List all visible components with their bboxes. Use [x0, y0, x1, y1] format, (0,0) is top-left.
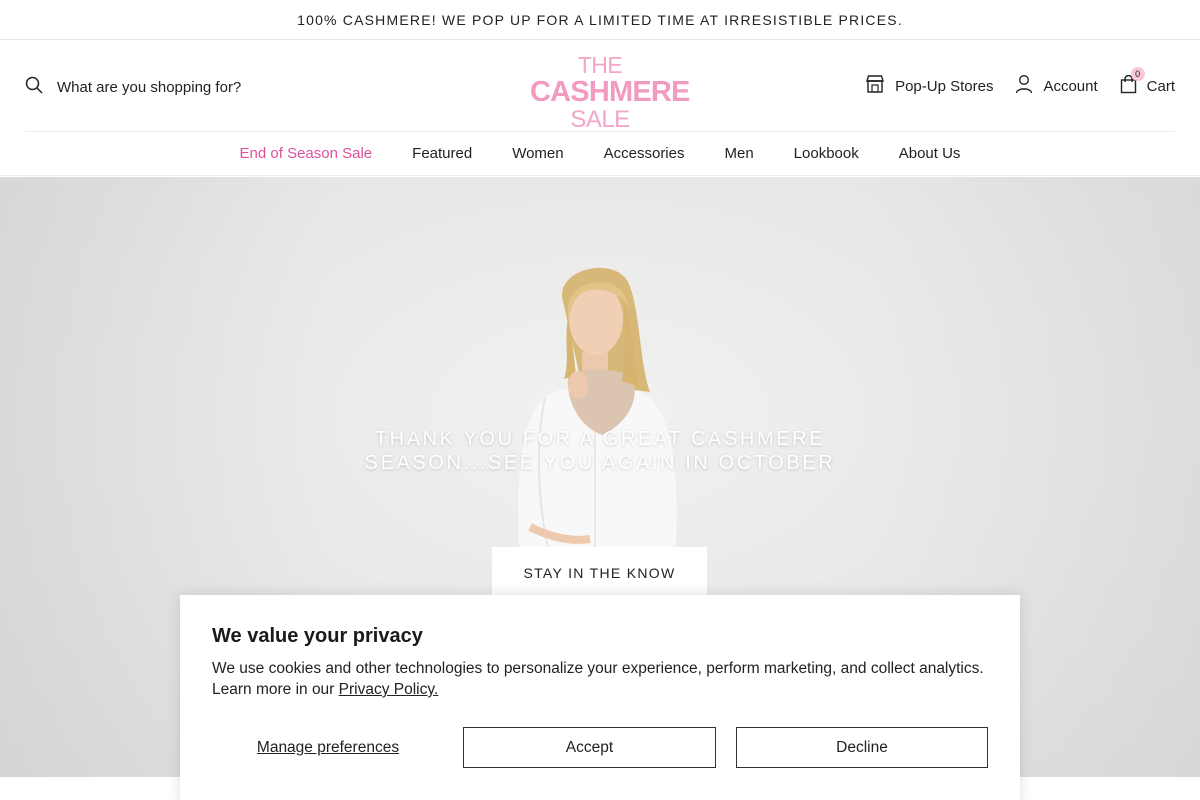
- site-header: THE CASHMERE SALE Pop-Up Stores Account …: [25, 40, 1175, 132]
- cookie-title: We value your privacy: [212, 625, 423, 647]
- hero-headline-text: THANK YOU FOR A GREAT CASHMERE SEASON...…: [364, 428, 836, 474]
- cart-link[interactable]: 0 Cart: [1120, 66, 1175, 98]
- cookie-description: We use cookies and other technologies to…: [212, 658, 988, 700]
- logo-line-3: SALE: [570, 106, 630, 133]
- user-icon: [1015, 74, 1033, 98]
- nav-lookbook[interactable]: Lookbook: [794, 145, 859, 162]
- cookie-text: We use cookies and other technologies to…: [212, 660, 984, 698]
- popup-stores-label: Pop-Up Stores: [895, 77, 994, 95]
- nav-end-of-season-sale[interactable]: End of Season Sale: [240, 145, 373, 162]
- store-icon: [865, 74, 885, 98]
- logo-line-2: CASHMERE: [530, 76, 690, 108]
- privacy-policy-link[interactable]: Privacy Policy.: [339, 681, 439, 698]
- decline-button[interactable]: Decline: [736, 727, 988, 768]
- cart-icon-wrapper: 0: [1120, 66, 1145, 98]
- search-icon[interactable]: [25, 76, 43, 99]
- search-bar[interactable]: [25, 76, 277, 99]
- hero-model-image: [518, 267, 677, 557]
- nav-about-us[interactable]: About Us: [899, 145, 961, 162]
- announcement-text: 100% CASHMERE! WE POP UP FOR A LIMITED T…: [297, 11, 903, 28]
- accept-button[interactable]: Accept: [463, 727, 716, 768]
- search-input[interactable]: [57, 79, 277, 96]
- nav-accessories[interactable]: Accessories: [604, 145, 685, 162]
- site-logo[interactable]: THE CASHMERE SALE: [530, 52, 690, 133]
- nav-featured[interactable]: Featured: [412, 145, 472, 162]
- cookie-actions: Manage preferences Accept Decline: [212, 727, 988, 768]
- main-navigation: End of Season Sale Featured Women Access…: [0, 132, 1200, 176]
- stay-in-the-know-button[interactable]: STAY IN THE KNOW: [492, 547, 707, 599]
- manage-preferences-button[interactable]: Manage preferences: [212, 739, 444, 757]
- hero-headline: THANK YOU FOR A GREAT CASHMERE SEASON...…: [0, 427, 1200, 475]
- announcement-bar: 100% CASHMERE! WE POP UP FOR A LIMITED T…: [0, 0, 1200, 40]
- cart-label: Cart: [1146, 77, 1175, 95]
- account-label: Account: [1043, 77, 1098, 95]
- cookie-consent-banner: We value your privacy We use cookies and…: [180, 595, 1020, 800]
- nav-women[interactable]: Women: [512, 145, 563, 162]
- nav-men[interactable]: Men: [724, 145, 753, 162]
- header-utilities: Pop-Up Stores Account 0 Cart: [865, 66, 1175, 98]
- logo-line-1: THE: [577, 52, 623, 78]
- popup-stores-link[interactable]: Pop-Up Stores: [865, 74, 993, 98]
- cart-count-badge: 0: [1130, 66, 1145, 81]
- account-link[interactable]: Account: [1015, 74, 1098, 98]
